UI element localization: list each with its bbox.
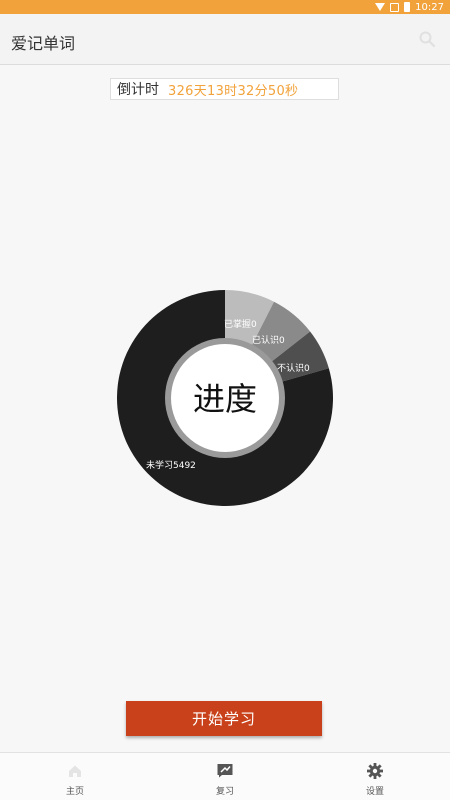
countdown-label: 倒计时	[117, 82, 159, 98]
status-icons: 10:27	[375, 0, 444, 14]
nav-label-settings: 设置	[365, 787, 384, 797]
chart-slice-label-0: 已掌握0	[224, 318, 257, 330]
countdown-value: 326天13时32分50秒	[168, 83, 299, 99]
chart-slice-label-1: 已认识0	[252, 334, 285, 346]
chart-slice-label-3: 未学习5492	[146, 459, 196, 471]
nav-label-review: 复习	[215, 787, 234, 797]
status-bar: 10:27	[0, 0, 450, 14]
chart-slice-label-2: 不认识0	[277, 362, 310, 374]
progress-chart: 进度 已掌握0 已认识0 不认识0 未学习5492	[110, 283, 340, 513]
review-icon	[217, 764, 233, 778]
start-learning-button[interactable]: 开始学习	[126, 701, 322, 736]
nav-item-settings[interactable]: 设置	[300, 753, 450, 800]
battery-icon	[404, 2, 411, 12]
countdown-box: 倒计时 326天13时32分50秒	[110, 78, 339, 100]
status-time: 10:27	[415, 1, 444, 13]
search-icon	[419, 31, 436, 48]
search-button[interactable]	[418, 30, 436, 48]
wifi-icon	[375, 3, 386, 11]
app-bar: 爱记单词	[0, 14, 450, 65]
nav-label-home: 主页	[65, 787, 84, 797]
chart-center-label: 进度	[193, 380, 257, 418]
bottom-nav: 主页 复习 设置	[0, 752, 450, 800]
nav-item-home[interactable]: 主页	[0, 753, 150, 800]
signal-icon	[390, 2, 400, 12]
home-icon	[69, 765, 81, 777]
app-title: 爱记单词	[11, 34, 76, 53]
nav-item-review[interactable]: 复习	[150, 753, 300, 800]
gear-icon	[367, 763, 383, 779]
progress-donut: 进度 已掌握0 已认识0 不认识0 未学习5492	[117, 290, 334, 506]
